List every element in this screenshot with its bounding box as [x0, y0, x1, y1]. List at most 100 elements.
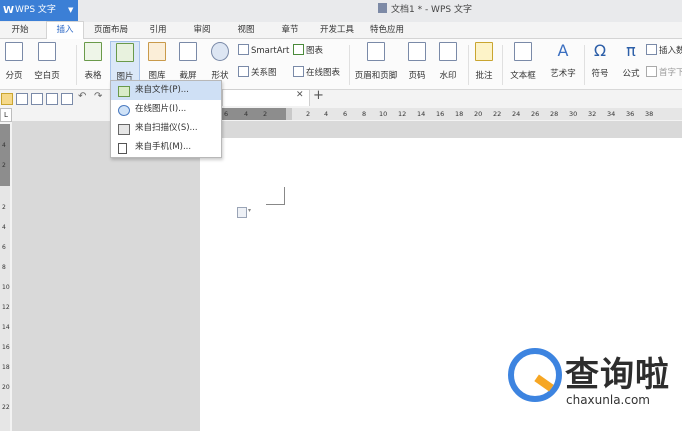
ruler-number: 2	[306, 110, 311, 118]
menu-item-from-phone[interactable]: 来自手机(M)...	[111, 138, 221, 157]
ruler-number: 22	[2, 404, 10, 411]
chart-button[interactable]: 图表	[293, 44, 323, 56]
page-number-button[interactable]: 页码	[404, 42, 430, 81]
ruler-number: 8	[2, 264, 6, 271]
comment-button[interactable]: 批注	[472, 42, 496, 81]
title-bar: W WPS 文字 ▼ 文档1 * - WPS 文字	[0, 0, 682, 22]
screenshot-button[interactable]: 截屏	[175, 42, 201, 81]
chevron-down-icon: ▼	[68, 6, 74, 14]
symbol-button[interactable]: Ω 符号	[588, 42, 612, 79]
online-chart-label: 在线图表	[306, 68, 341, 78]
paste-options-icon[interactable]	[237, 207, 247, 218]
comment-icon	[475, 42, 493, 61]
ruler-number: 16	[2, 344, 10, 351]
print-preview-icon[interactable]	[61, 93, 73, 105]
ruler-number: 12	[398, 110, 407, 118]
ribbon-separator	[584, 45, 585, 85]
print-icon[interactable]	[46, 93, 58, 105]
undo-icon[interactable]: ↶	[78, 91, 86, 102]
symbol-label: 符号	[591, 69, 609, 79]
phone-icon	[118, 143, 127, 154]
page-break-icon	[5, 42, 23, 61]
tab-developer[interactable]: 开发工具	[316, 22, 358, 38]
table-icon	[84, 42, 102, 61]
cloud-image-icon	[118, 105, 130, 116]
menu-item-from-scanner[interactable]: 来自扫描仪(S)...	[111, 119, 221, 138]
app-menu-button[interactable]: W WPS 文字 ▼	[0, 0, 78, 21]
menu-item-from-file[interactable]: 来自文件(P)...	[111, 81, 221, 100]
tab-section[interactable]: 章节	[274, 22, 306, 38]
menu-item-label: 来自扫描仪(S)...	[135, 123, 198, 133]
ruler-number: 10	[2, 284, 10, 291]
chart-icon	[293, 44, 304, 55]
ruler-number: 4	[324, 110, 329, 118]
margin-mark	[266, 187, 285, 205]
ruler-number: 32	[588, 110, 597, 118]
smartart-label: SmartArt	[251, 46, 290, 56]
drop-cap-label: 首字下	[659, 68, 682, 78]
menu-item-online-picture[interactable]: 在线图片(I)...	[111, 100, 221, 119]
textbox-button[interactable]: 文本框	[506, 42, 540, 81]
page-break-button[interactable]: 分页	[2, 42, 26, 81]
ruler-toggle[interactable]: L	[0, 108, 12, 122]
document-title: 文档1 * - WPS 文字	[391, 5, 472, 15]
chaxunla-logo-icon	[508, 348, 562, 402]
window-title: 文档1 * - WPS 文字	[378, 0, 472, 21]
tab-page-layout[interactable]: 页面布局	[90, 22, 132, 38]
open-icon[interactable]	[1, 93, 13, 105]
tab-references[interactable]: 引用	[142, 22, 174, 38]
tab-view[interactable]: 视图	[230, 22, 262, 38]
smartart-button[interactable]: SmartArt	[238, 44, 289, 56]
ruler-number: 4	[244, 110, 249, 118]
chart-label: 图表	[306, 46, 324, 56]
blank-page-button[interactable]: 空白页	[32, 42, 62, 81]
export-pdf-icon[interactable]	[31, 93, 43, 105]
drop-cap-icon	[646, 66, 657, 77]
comment-label: 批注	[475, 71, 493, 81]
tab-insert[interactable]: 插入	[46, 21, 84, 39]
vertical-ruler-numbers: 4 2 2 4 6 8 10 12 14 16 18 20 22	[0, 124, 10, 431]
ruler-number: 36	[626, 110, 635, 118]
wordart-button[interactable]: A 艺术字	[546, 42, 580, 79]
close-icon[interactable]: ✕	[296, 90, 304, 100]
ruler-number: 6	[2, 244, 6, 251]
ruler-number: 22	[493, 110, 502, 118]
redo-icon[interactable]: ↷	[94, 91, 102, 102]
new-tab-icon[interactable]: +	[313, 88, 324, 103]
insert-number-button[interactable]: 插入数	[646, 44, 682, 56]
watermark-button[interactable]: 水印	[435, 42, 461, 81]
app-name: WPS 文字	[15, 5, 56, 15]
table-button[interactable]: 表格	[80, 42, 106, 81]
ruler-number: 2	[2, 162, 6, 169]
wordart-icon: A	[557, 41, 569, 60]
ruler-number: 4	[2, 224, 6, 231]
tab-review[interactable]: 审阅	[186, 22, 218, 38]
tab-home[interactable]: 开始	[4, 22, 36, 38]
ruler-number: 34	[607, 110, 616, 118]
page-number-icon	[408, 42, 426, 61]
ruler-number: 8	[362, 110, 367, 118]
image-file-icon	[118, 86, 130, 97]
ruler-number: 14	[417, 110, 426, 118]
relation-chart-label: 关系图	[251, 68, 277, 78]
ruler-number: 12	[2, 304, 10, 311]
tab-special[interactable]: 特色应用	[364, 22, 410, 38]
online-chart-icon	[293, 66, 304, 77]
save-icon[interactable]	[16, 93, 28, 105]
formula-button[interactable]: π 公式	[619, 42, 643, 79]
ruler-number: 6	[343, 110, 348, 118]
ribbon-separator	[349, 45, 350, 85]
picture-icon	[116, 43, 134, 62]
header-footer-button[interactable]: 页眉和页脚	[353, 42, 399, 81]
online-chart-button[interactable]: 在线图表	[293, 66, 340, 78]
shapes-button[interactable]: 形状	[206, 42, 234, 81]
gallery-button[interactable]: 图库	[144, 42, 170, 81]
scanner-icon	[118, 124, 130, 135]
relation-chart-icon	[238, 66, 249, 77]
document-icon	[378, 3, 387, 13]
picture-button[interactable]: 图片	[110, 41, 140, 82]
menu-item-label: 在线图片(I)...	[135, 104, 187, 114]
drop-cap-button[interactable]: 首字下	[646, 66, 682, 78]
relation-chart-button[interactable]: 关系图	[238, 66, 277, 78]
wordart-label: 艺术字	[550, 69, 576, 79]
